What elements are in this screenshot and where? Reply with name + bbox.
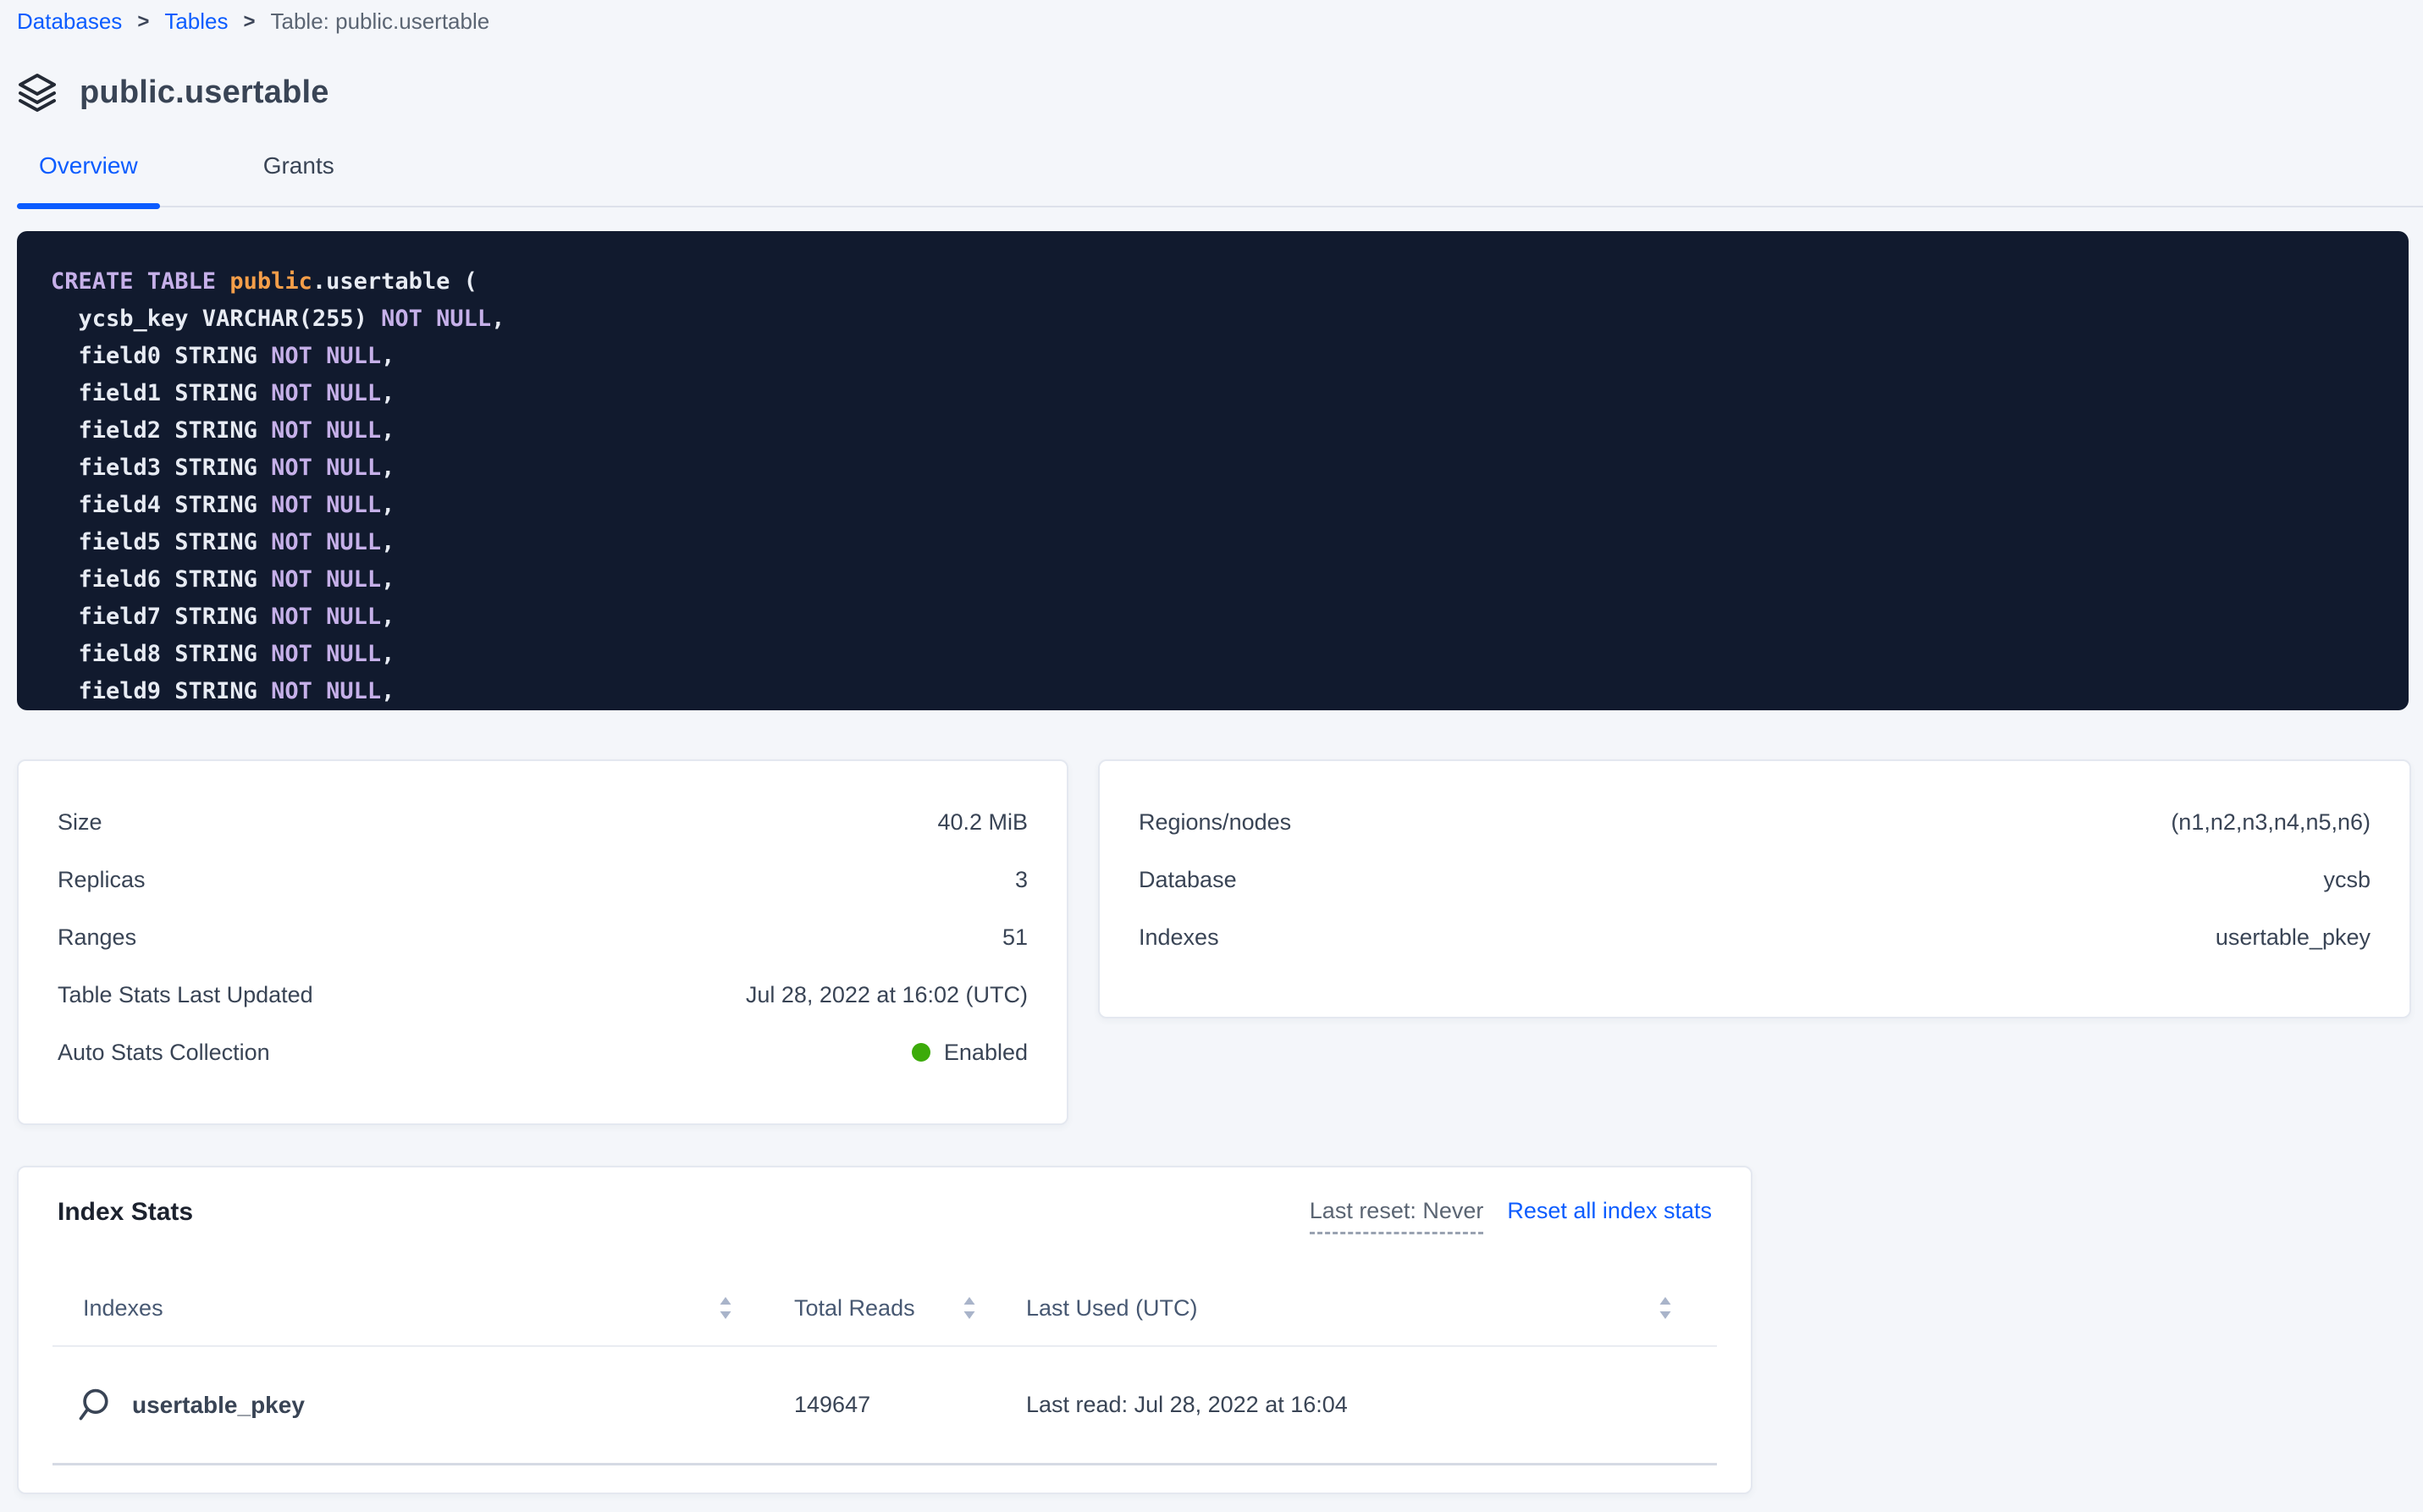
stat-value: 51 [1002,924,1028,951]
stat-row: Regions/nodes (n1,n2,n3,n4,n5,n6) [1139,793,2371,851]
index-name-cell: usertable_pkey [52,1387,789,1424]
index-magnifier-icon [76,1387,113,1424]
sql-code-line: field4 STRING NOT NULL, [51,487,2375,524]
sql-code-line: field3 STRING NOT NULL, [51,450,2375,487]
stat-row: Indexes usertable_pkey [1139,908,2371,966]
table-details-page: Databases > Tables > Table: public.usertable… [0,0,2423,1494]
index-stats-title: Index Stats [58,1198,193,1227]
index-stats-table-header: Indexes Total Reads Last Used (UTC) [52,1271,1717,1347]
last-reset-label: Last reset: Never [1310,1198,1484,1234]
stat-value: Jul 28, 2022 at 16:02 (UTC) [746,982,1028,1008]
status-dot-icon [912,1043,930,1062]
stat-row: Auto Stats Collection Enabled [58,1024,1028,1081]
stat-label: Replicas [58,867,146,893]
stat-row: Table Stats Last Updated Jul 28, 2022 at … [58,966,1028,1024]
stat-label: Size [58,809,102,836]
stat-label: Regions/nodes [1139,809,1291,836]
sql-code-line: field1 STRING NOT NULL, [51,375,2375,412]
index-stats-header: Index Stats Last reset: Never Reset all … [58,1198,1712,1245]
index-stats-table: Indexes Total Reads Last Used (UTC) userta… [52,1271,1717,1465]
index-stats-table-body: usertable_pkey 149647Last read: Jul 28, 2… [52,1347,1717,1465]
table-meta-card: Regions/nodes (n1,n2,n3,n4,n5,n6) Database… [1098,759,2411,1018]
tab-overview[interactable]: Overview [17,152,160,206]
tab-grants[interactable]: Grants [241,152,356,206]
table-row: usertable_pkey 149647Last read: Jul 28, 2… [52,1347,1717,1465]
sql-code-line: field8 STRING NOT NULL, [51,636,2375,673]
breadcrumb-separator-icon: > [243,10,255,34]
breadcrumb: Databases > Tables > Table: public.usertable [17,0,2423,35]
column-header-total-reads[interactable]: Total Reads [789,1295,1026,1322]
breadcrumb-link[interactable]: Databases [17,8,122,35]
tab-bar: Overview Grants [17,152,2423,207]
sql-code-line: field9 STRING NOT NULL, [51,673,2375,710]
breadcrumb-separator-icon: > [137,10,149,34]
index-name-link[interactable]: usertable_pkey [132,1392,305,1419]
column-header-label: Indexes [83,1295,163,1322]
index-stats-card: Index Stats Last reset: Never Reset all … [17,1166,1752,1494]
stat-row: Database ycsb [1139,851,2371,908]
last-used-cell: Last read: Jul 28, 2022 at 16:04 [1026,1392,1717,1418]
sql-code-line: ycsb_key VARCHAR(255) NOT NULL, [51,301,2375,338]
index-stats-actions: Last reset: Never Reset all index stats [1310,1198,1712,1234]
stat-row: Size 40.2 MiB [58,793,1028,851]
sql-code-line: field5 STRING NOT NULL, [51,524,2375,561]
page-title-row: public.usertable [17,72,2423,113]
stat-label: Indexes [1139,924,1219,951]
column-header-label: Last Used (UTC) [1026,1295,1198,1322]
total-reads-cell: 149647 [789,1392,1026,1418]
layers-icon [17,72,58,113]
sort-arrows-icon[interactable] [960,1295,979,1321]
column-header-indexes[interactable]: Indexes [52,1295,789,1322]
stat-row: Ranges 51 [58,908,1028,966]
table-stats-card: Size 40.2 MiB Replicas 3 Ranges 51 Table Stats… [17,759,1068,1125]
stat-value: (n1,n2,n3,n4,n5,n6) [2171,809,2371,836]
stat-value: usertable_pkey [2216,924,2371,951]
stat-label: Auto Stats Collection [58,1040,270,1066]
sql-code-line: field2 STRING NOT NULL, [51,412,2375,450]
create-table-sql: CREATE TABLE public.usertable ( ycsb_key… [17,231,2409,710]
stat-value: 3 [1015,867,1028,893]
column-header-last-used-utc-[interactable]: Last Used (UTC) [1026,1295,1717,1322]
reset-index-stats-link[interactable]: Reset all index stats [1507,1198,1712,1224]
breadcrumb-current: Table: public.usertable [271,8,490,35]
sql-code-line: field7 STRING NOT NULL, [51,599,2375,636]
breadcrumb-link[interactable]: Tables [164,8,228,35]
stat-value: ycsb [2323,867,2371,893]
column-header-label: Total Reads [794,1295,915,1322]
stat-label: Table Stats Last Updated [58,982,313,1008]
sql-code-line: field6 STRING NOT NULL, [51,561,2375,599]
stat-label: Ranges [58,924,136,951]
stat-value: Enabled [912,1040,1028,1066]
page-title: public.usertable [80,74,329,111]
sql-code-line: field0 STRING NOT NULL, [51,338,2375,375]
sort-arrows-icon[interactable] [1656,1295,1675,1321]
sql-code-line: CREATE TABLE public.usertable ( [51,263,2375,301]
stat-row: Replicas 3 [58,851,1028,908]
sort-arrows-icon[interactable] [716,1295,735,1321]
stat-label: Database [1139,867,1237,893]
stats-cards-row: Size 40.2 MiB Replicas 3 Ranges 51 Table Stats… [17,759,2411,1125]
stat-value: 40.2 MiB [937,809,1028,836]
